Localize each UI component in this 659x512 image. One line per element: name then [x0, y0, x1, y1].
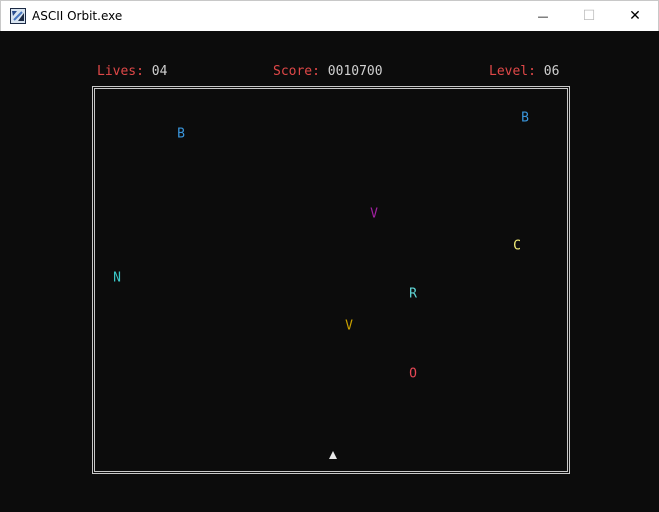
maximize-icon: ☐	[582, 8, 596, 24]
level-value: 06	[543, 64, 560, 79]
enemy-glyph: N	[113, 270, 121, 286]
enemy-glyph: V	[370, 206, 378, 222]
lives-display: Lives: 04	[97, 64, 167, 79]
app-icon	[10, 8, 26, 24]
window-title: ASCII Orbit.exe	[32, 9, 123, 23]
enemy-glyph: B	[177, 126, 185, 142]
minimize-button[interactable]: —	[520, 1, 566, 31]
score-value: 0010700	[327, 64, 383, 79]
close-button[interactable]: ✕	[612, 1, 658, 31]
playfield: B B V C N R V O	[92, 86, 570, 474]
level-display: Level: 06	[489, 64, 559, 79]
enemy-glyph: O	[409, 366, 417, 382]
game-area[interactable]: Lives: 04 Score: 0010700 Level: 06 B B V…	[1, 31, 658, 511]
enemy-glyph: B	[521, 110, 529, 126]
enemy-glyph: C	[513, 238, 521, 254]
lives-label: Lives:	[97, 64, 144, 79]
close-icon: ✕	[629, 8, 641, 24]
maximize-button: ☐	[566, 1, 612, 31]
title-bar[interactable]: ASCII Orbit.exe — ☐ ✕	[0, 0, 659, 31]
enemy-glyph: R	[409, 286, 417, 302]
level-label: Level:	[489, 64, 536, 79]
score-label: Score:	[273, 64, 320, 79]
score-display: Score: 0010700	[273, 64, 383, 79]
lives-value: 04	[151, 64, 168, 79]
enemy-glyph: V	[345, 318, 353, 334]
player-ship-icon	[329, 451, 337, 459]
minimize-icon: —	[537, 9, 549, 23]
